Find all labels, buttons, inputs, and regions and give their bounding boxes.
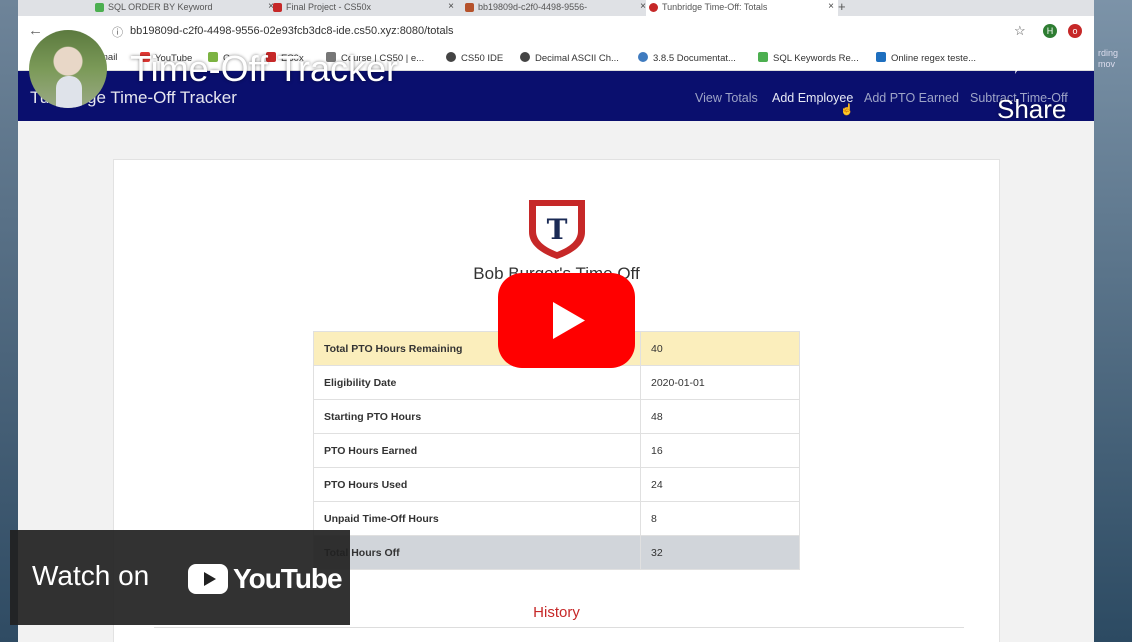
nav-view-totals[interactable]: View Totals	[695, 91, 758, 105]
close-icon[interactable]: ×	[448, 0, 454, 14]
browser-tab[interactable]: Final Project - CS50x ×	[270, 0, 458, 16]
url-field[interactable]: bb19809d-c2f0-4498-9556-02e93fcb3dc8-ide…	[130, 25, 454, 37]
tab-label: bb19809d-c2f0-4498-9556-	[478, 2, 588, 12]
share-button[interactable]: Share	[997, 34, 1077, 134]
history-divider	[154, 627, 964, 628]
globe-icon	[446, 52, 456, 62]
tab-favicon-icon	[465, 3, 474, 12]
youtube-logo-text: YouTube	[233, 563, 343, 594]
desktop-right-edge: rding mov	[1092, 0, 1132, 642]
bookmark-label: CS50 IDE	[461, 53, 504, 64]
table-row: Starting PTO Hours 48	[313, 399, 800, 434]
shield-logo-icon: T	[529, 200, 585, 259]
back-arrow-icon[interactable]: ←	[28, 22, 43, 39]
bookmark-icon	[876, 52, 886, 62]
row-label: Total Hours Off	[313, 535, 641, 570]
row-label: Starting PTO Hours	[313, 399, 641, 434]
tab-label: Tunbridge Time-Off: Totals	[662, 2, 768, 12]
bookmark-item[interactable]: CS50 IDE	[446, 52, 503, 64]
share-arrow-icon	[1015, 38, 1059, 74]
table-row: Unpaid Time-Off Hours 8	[313, 501, 800, 536]
channel-avatar[interactable]	[29, 30, 107, 108]
row-label: Eligibility Date	[313, 365, 641, 400]
bookmark-item[interactable]: Decimal ASCII Ch...	[520, 52, 619, 64]
desktop-side-text: rding mov	[1098, 48, 1119, 69]
tab-label: Final Project - CS50x	[286, 2, 372, 12]
bookmark-label: 3.8.5 Documentat...	[653, 53, 736, 64]
info-icon[interactable]: ⓘ	[112, 24, 123, 40]
tab-favicon-icon	[273, 3, 282, 12]
video-title[interactable]: Time-Off Tracker	[130, 48, 398, 90]
nav-add-pto-earned[interactable]: Add PTO Earned	[864, 91, 959, 105]
row-value: 32	[640, 535, 800, 570]
new-tab-icon[interactable]: +	[834, 0, 858, 16]
browser-tab[interactable]: bb19809d-c2f0-4498-9556- ×	[462, 0, 650, 16]
row-value: 16	[640, 433, 800, 468]
bookmark-label: SQL Keywords Re...	[773, 53, 859, 64]
bookmark-item[interactable]: Online regex teste...	[876, 52, 976, 64]
table-row: PTO Hours Used 24	[313, 467, 800, 502]
row-value: 48	[640, 399, 800, 434]
address-bar: ← ⓘ bb19809d-c2f0-4498-9556-02e93fcb3dc8…	[18, 16, 1094, 47]
row-label: Unpaid Time-Off Hours	[313, 501, 641, 536]
play-button-icon[interactable]	[498, 273, 635, 368]
video-frame[interactable]: rding mov SQL ORDER BY Keyword × Final P…	[0, 0, 1132, 642]
watch-on-youtube-button[interactable]: Watch on YouTube	[10, 530, 350, 625]
bookmark-item[interactable]: SQL Keywords Re...	[758, 52, 859, 64]
row-value: 2020-01-01	[640, 365, 800, 400]
browser-tab[interactable]: SQL ORDER BY Keyword ×	[92, 0, 278, 16]
tab-label: SQL ORDER BY Keyword	[108, 2, 213, 12]
python-icon	[638, 52, 648, 62]
globe-icon	[520, 52, 530, 62]
table-row: PTO Hours Earned 16	[313, 433, 800, 468]
avatar-figure	[56, 76, 82, 108]
youtube-play-icon	[188, 564, 228, 594]
tab-favicon-icon	[649, 3, 658, 12]
tab-favicon-icon	[95, 3, 104, 12]
bookmark-item[interactable]: 3.8.5 Documentat...	[638, 52, 736, 64]
row-value: 24	[640, 467, 800, 502]
table-row-total: Total Hours Off 32	[313, 535, 800, 570]
row-value: 8	[640, 501, 800, 536]
tab-bar: SQL ORDER BY Keyword × Final Project - C…	[18, 0, 1094, 16]
bookmark-label: Online regex teste...	[891, 53, 977, 64]
share-label: Share	[997, 94, 1067, 124]
row-value: 40	[640, 331, 800, 366]
table-row: Eligibility Date 2020-01-01	[313, 365, 800, 400]
bookmark-icon	[758, 52, 768, 62]
browser-tab-active[interactable]: Tunbridge Time-Off: Totals ×	[646, 0, 838, 16]
youtube-logo: YouTube	[188, 563, 343, 595]
pointer-cursor-icon: ☝	[840, 104, 854, 116]
logo-letter: T	[547, 213, 568, 246]
row-label: PTO Hours Used	[313, 467, 641, 502]
row-label: PTO Hours Earned	[313, 433, 641, 468]
bookmark-label: Decimal ASCII Ch...	[535, 53, 619, 64]
watch-on-label: Watch on	[32, 560, 150, 591]
